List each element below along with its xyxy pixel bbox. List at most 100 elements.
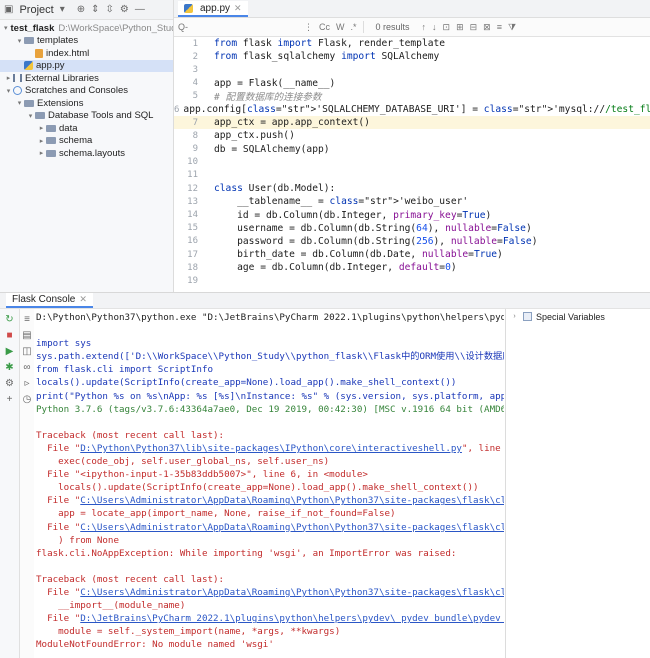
- tree-item[interactable]: ▸ schema.layouts: [0, 147, 173, 160]
- chevron-down-icon[interactable]: ▾: [15, 37, 24, 45]
- multiline-icon[interactable]: ≡: [497, 22, 502, 32]
- code-line[interactable]: 16 password = db.Column(db.String(256), …: [174, 235, 650, 248]
- chevron-down-icon[interactable]: ▾: [4, 24, 8, 32]
- code-line[interactable]: 10: [174, 156, 650, 169]
- close-icon[interactable]: ✕: [79, 294, 87, 305]
- tree-item[interactable]: app.py: [0, 59, 173, 72]
- line-number[interactable]: 6: [174, 105, 183, 115]
- search-input[interactable]: [178, 19, 298, 35]
- close-icon[interactable]: ✕: [234, 3, 242, 14]
- collapse-all-icon[interactable]: ⇳: [106, 4, 114, 15]
- code-line[interactable]: 4 app = Flask(__name__): [174, 77, 650, 90]
- line-number[interactable]: 16: [174, 236, 202, 246]
- select-all-icon[interactable]: ⊡: [443, 22, 451, 33]
- gear-icon[interactable]: ⚙: [120, 4, 129, 15]
- tab-app-py[interactable]: app.py ✕: [178, 1, 248, 17]
- code-area[interactable]: 1 from flask import Flask, render_templat…: [174, 37, 650, 292]
- line-number[interactable]: 15: [174, 223, 202, 233]
- tree-item[interactable]: ▾ Scratches and Consoles: [0, 85, 173, 98]
- file-link[interactable]: C:\Users\Administrator\AppData\Roaming\P…: [80, 495, 504, 506]
- project-title[interactable]: Project: [19, 4, 53, 16]
- exec-icon[interactable]: ▹: [19, 376, 35, 390]
- chevron-down-icon[interactable]: ▾: [26, 112, 35, 120]
- remove-occurrence-icon[interactable]: ⊟: [470, 22, 478, 33]
- line-number[interactable]: 14: [174, 210, 202, 220]
- code-line[interactable]: 18 age = db.Column(db.Integer, default=0…: [174, 261, 650, 274]
- file-link[interactable]: C:\Users\Administrator\AppData\Roaming\P…: [80, 522, 504, 533]
- whole-words-toggle[interactable]: W: [336, 22, 345, 32]
- project-view-icon[interactable]: ▣: [4, 4, 13, 15]
- target-icon[interactable]: ⊕: [77, 4, 85, 15]
- code-line[interactable]: 12 class User(db.Model):: [174, 182, 650, 195]
- line-number[interactable]: 9: [174, 144, 202, 154]
- variables-icon[interactable]: ◫: [19, 344, 35, 358]
- code-line[interactable]: 13 __tablename__ = class="str">'weibo_us…: [174, 195, 650, 208]
- tree-item[interactable]: ▾ templates: [0, 35, 173, 48]
- code-line[interactable]: 14 id = db.Column(db.Integer, primary_ke…: [174, 208, 650, 221]
- tree-item[interactable]: ▾test_flaskD:\WorkSpace\Python_Study\py: [0, 22, 173, 35]
- code-line[interactable]: 5 # 配置数据库的连接参数: [174, 90, 650, 103]
- file-link[interactable]: D:\JetBrains\PyCharm 2022.1\plugins\pyth…: [80, 613, 504, 624]
- chevron-right-icon[interactable]: ▸: [37, 137, 46, 145]
- tree-item[interactable]: ▸ External Libraries: [0, 72, 173, 85]
- chevron-down-icon[interactable]: ▾: [60, 4, 65, 15]
- tab-flask-console[interactable]: Flask Console ✕: [6, 293, 93, 308]
- chevron-right-icon[interactable]: ▸: [4, 74, 13, 82]
- line-number[interactable]: 7: [174, 118, 202, 128]
- regex-toggle[interactable]: .*: [351, 22, 357, 32]
- hide-icon[interactable]: —: [135, 4, 145, 15]
- line-number[interactable]: 11: [174, 170, 202, 180]
- history-icon[interactable]: ◷: [19, 392, 35, 406]
- code-line[interactable]: 8 app_ctx.push(): [174, 129, 650, 142]
- code-line[interactable]: 1 from flask import Flask, render_templat…: [174, 37, 650, 50]
- tree-item[interactable]: ▸ schema: [0, 135, 173, 148]
- code-line[interactable]: 17 birth_date = db.Column(db.Date, nulla…: [174, 248, 650, 261]
- rerun-icon[interactable]: ↻: [2, 312, 18, 326]
- loop-icon[interactable]: ∞: [19, 360, 35, 374]
- tree-item[interactable]: ▾ Extensions: [0, 97, 173, 110]
- tree-item[interactable]: ▸ data: [0, 122, 173, 135]
- stop-icon[interactable]: ■: [2, 328, 18, 342]
- code-line[interactable]: 11: [174, 169, 650, 182]
- code-line[interactable]: 15 username = db.Column(db.String(64), n…: [174, 222, 650, 235]
- file-link[interactable]: C:\Users\Administrator\AppData\Roaming\P…: [80, 587, 504, 598]
- console-output[interactable]: D:\Python\Python37\python.exe "D:\JetBra…: [36, 309, 504, 658]
- chevron-right-icon[interactable]: ›: [510, 313, 519, 320]
- file-link[interactable]: D:\Python\Python37\lib\site-packages\IPy…: [80, 443, 462, 454]
- line-number[interactable]: 2: [174, 52, 202, 62]
- line-number[interactable]: 10: [174, 157, 202, 167]
- line-number[interactable]: 17: [174, 250, 202, 260]
- line-number[interactable]: 3: [174, 65, 202, 75]
- expand-all-icon[interactable]: ⇕: [91, 4, 99, 15]
- print-icon[interactable]: ▤: [19, 328, 35, 342]
- code-line[interactable]: 19: [174, 274, 650, 287]
- settings-icon[interactable]: ⚙: [2, 376, 18, 390]
- tree-item[interactable]: index.html: [0, 47, 173, 60]
- line-number[interactable]: 1: [174, 39, 202, 49]
- chevron-down-icon[interactable]: ▾: [4, 87, 13, 95]
- line-number[interactable]: 13: [174, 197, 202, 207]
- prev-match-icon[interactable]: ↑: [422, 22, 427, 32]
- debug-icon[interactable]: ✱: [2, 360, 18, 374]
- code-line[interactable]: 2 from flask_sqlalchemy import SQLAlchemy: [174, 50, 650, 63]
- toggle-occurrence-icon[interactable]: ⊠: [483, 22, 491, 33]
- soft-wrap-icon[interactable]: ≡: [19, 312, 35, 326]
- line-number[interactable]: 18: [174, 263, 202, 273]
- add-icon[interactable]: +: [2, 392, 18, 406]
- code-line[interactable]: 3: [174, 63, 650, 76]
- special-variables-row[interactable]: › Special Variables: [506, 309, 650, 324]
- line-number[interactable]: 4: [174, 78, 202, 88]
- line-number[interactable]: 5: [174, 91, 202, 101]
- tree-item[interactable]: ▾ Database Tools and SQL: [0, 110, 173, 123]
- add-occurrence-icon[interactable]: ⊞: [456, 22, 464, 33]
- history-icon[interactable]: ⋮: [304, 22, 313, 33]
- line-number[interactable]: 12: [174, 184, 202, 194]
- match-case-toggle[interactable]: Cc: [319, 22, 330, 32]
- line-number[interactable]: 19: [174, 276, 202, 286]
- line-number[interactable]: 8: [174, 131, 202, 141]
- code-line[interactable]: 6 app.config[class="str">'SQLALCHEMY_DATA…: [174, 103, 650, 116]
- run-icon[interactable]: ▶: [2, 344, 18, 358]
- code-line[interactable]: 9 db = SQLAlchemy(app): [174, 143, 650, 156]
- chevron-right-icon[interactable]: ▸: [37, 124, 46, 132]
- next-match-icon[interactable]: ↓: [432, 22, 437, 32]
